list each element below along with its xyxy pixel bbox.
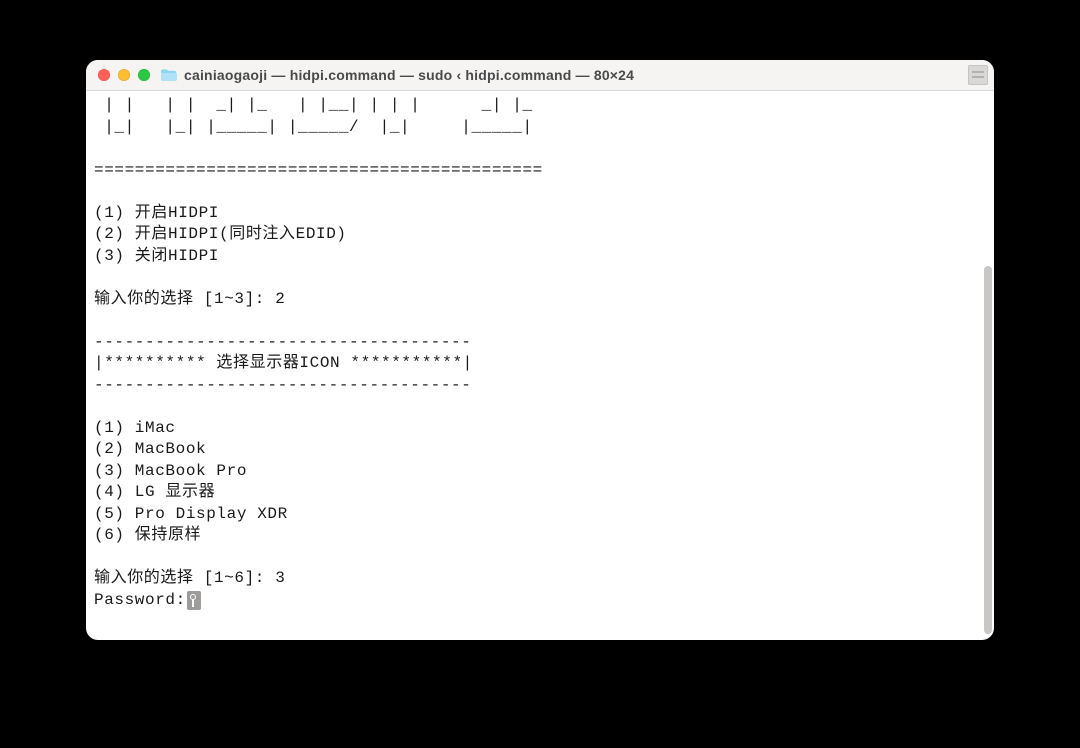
menu2-item: (2) MacBook	[94, 440, 206, 458]
section-dash: -------------------------------------	[94, 333, 471, 351]
scrollbar-thumb[interactable]	[984, 266, 992, 634]
menu1-item: (3) 关闭HIDPI	[94, 247, 219, 265]
ascii-art-line: |_| |_| |_____| |_____/ |_| |_____|	[94, 118, 533, 136]
window-controls	[98, 69, 150, 81]
menu2-item: (6) 保持原样	[94, 526, 201, 544]
ascii-art-line: | | | | _| |_ | |__| | | | _| |_	[94, 96, 543, 114]
vertical-scrollbar[interactable]	[984, 156, 992, 638]
divider: ========================================…	[94, 161, 543, 179]
section-title: |********** 选择显示器ICON ***********|	[94, 354, 473, 372]
terminal-content-wrap: | | | | _| |_ | |__| | | | _| |_ |_| |_|…	[86, 91, 994, 640]
terminal-window: cainiaogaoji — hidpi.command — sudo ‹ hi…	[86, 60, 994, 640]
menu2-item: (5) Pro Display XDR	[94, 505, 288, 523]
menu2-item: (1) iMac	[94, 419, 176, 437]
folder-icon	[160, 68, 178, 82]
menu1-item: (2) 开启HIDPI(同时注入EDID)	[94, 225, 347, 243]
zoom-icon[interactable]	[138, 69, 150, 81]
close-icon[interactable]	[98, 69, 110, 81]
menu2-item: (3) MacBook Pro	[94, 462, 247, 480]
menu2-item: (4) LG 显示器	[94, 483, 215, 501]
menu1-prompt: 输入你的选择 [1~3]: 2	[94, 290, 285, 308]
terminal-output[interactable]: | | | | _| |_ | |__| | | | _| |_ |_| |_|…	[86, 91, 994, 640]
menu2-prompt: 输入你的选择 [1~6]: 3	[94, 569, 285, 587]
titlebar[interactable]: cainiaogaoji — hidpi.command — sudo ‹ hi…	[86, 60, 994, 91]
menu1-item: (1) 开启HIDPI	[94, 204, 219, 222]
document-icon[interactable]	[968, 65, 988, 85]
window-title: cainiaogaoji — hidpi.command — sudo ‹ hi…	[184, 67, 634, 83]
minimize-icon[interactable]	[118, 69, 130, 81]
password-label: Password:	[94, 590, 186, 612]
section-dash: -------------------------------------	[94, 376, 471, 394]
key-icon	[187, 591, 201, 610]
